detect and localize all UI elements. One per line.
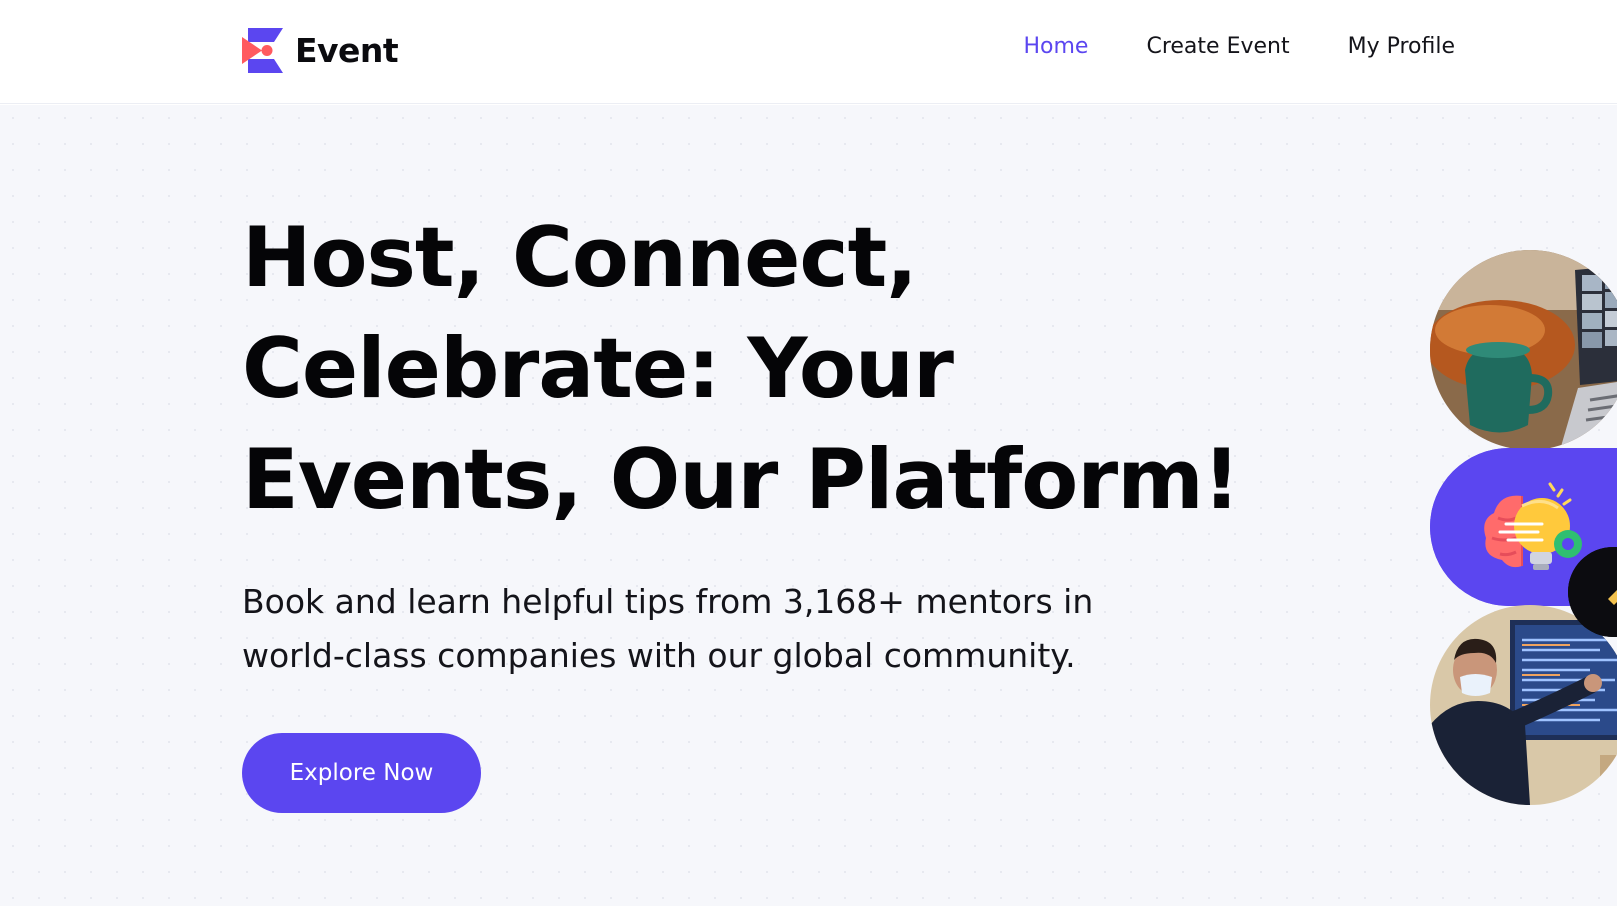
brain-lightbulb-icon xyxy=(1430,448,1617,606)
site-header: Event Home Create Event My Profile xyxy=(0,0,1617,104)
main-nav: Home Create Event My Profile xyxy=(966,34,1456,59)
hero-section: Host, Connect, Celebrate: Your Events, O… xyxy=(0,105,1617,906)
event-logo-icon xyxy=(242,28,283,73)
presenter-classroom-image xyxy=(1430,605,1617,805)
nav-my-profile-link[interactable]: My Profile xyxy=(1348,34,1455,59)
hero-subtitle: Book and learn helpful tips from 3,168+ … xyxy=(242,582,1094,675)
hero-headline: Host, Connect, Celebrate: Your Events, O… xyxy=(242,209,1241,528)
explore-now-button[interactable]: Explore Now xyxy=(242,733,481,813)
nav-create-event-link[interactable]: Create Event xyxy=(1146,34,1289,59)
nav-home-link[interactable]: Home xyxy=(1024,34,1089,59)
laptop-video-call-image xyxy=(1430,250,1617,450)
brain-idea-tile xyxy=(1430,448,1617,606)
dark-accent-badge xyxy=(1568,547,1617,637)
brand-logo-link[interactable]: Event xyxy=(242,28,399,73)
brand-name: Event xyxy=(295,31,399,70)
